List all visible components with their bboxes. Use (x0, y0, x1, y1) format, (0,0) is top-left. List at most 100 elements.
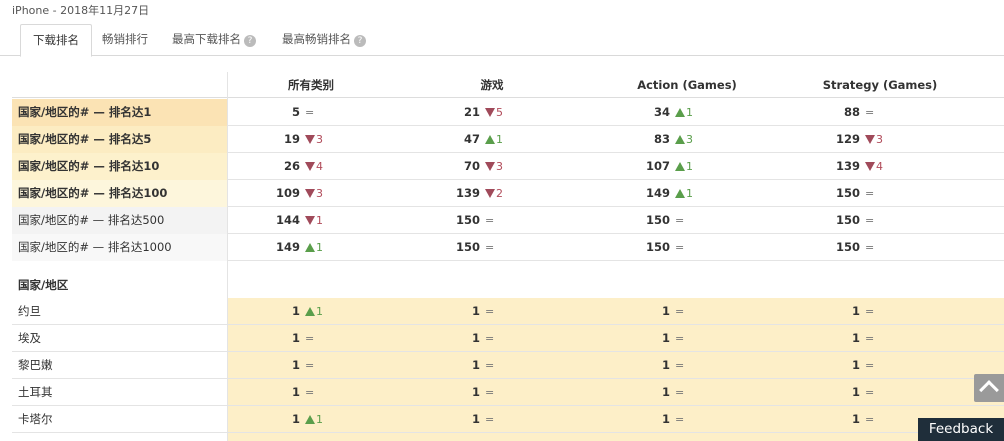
rank-cell: 21 5 (440, 99, 503, 126)
row-label: 国家/地区的# — 排名达1 (12, 99, 227, 126)
question-circle-icon[interactable]: ? (354, 35, 366, 47)
rank-unchanged-icon: = (485, 359, 495, 372)
table-row: 国家/地区的# — 排名达5 19 3 47 1 83 3 129 3 (12, 126, 1004, 153)
section-label: 国家/地区 (18, 278, 69, 292)
row-label: 国家/地区的# — 排名达100 (12, 180, 227, 207)
rank-value: 107 (645, 159, 670, 173)
column-header[interactable]: 所有类别 (221, 72, 401, 98)
rank-cell: 149 1 (630, 180, 693, 207)
rank-value: 1 (291, 358, 300, 372)
table-row: 国家/地区的# — 排名达1 5 = 21 5 34 1 88 = (12, 99, 1004, 126)
rank-cell: 1 = (820, 379, 874, 406)
rank-cell: 1 = (630, 325, 684, 352)
column-header[interactable]: 游戏 (402, 72, 582, 98)
country-label[interactable]: 约旦 (12, 298, 227, 325)
question-circle-icon[interactable]: ? (244, 35, 256, 47)
rank-down-icon: 4 (305, 153, 323, 180)
country-label[interactable]: 埃及 (12, 325, 227, 352)
rank-cell: 144 1 (260, 207, 323, 234)
tab-3[interactable]: 最高下载排名? (160, 24, 268, 56)
rank-value: 26 (283, 159, 300, 173)
row-label: 国家/地区的# — 排名达5 (12, 126, 227, 153)
rank-delta: 3 (686, 133, 693, 146)
rank-cell: 1 = (630, 406, 684, 433)
table-row[interactable]: 卡塔尔 1 1 1 = 1 = 1 = (12, 406, 1004, 433)
rank-value: 129 (835, 132, 860, 146)
rank-delta: 3 (316, 187, 323, 200)
tab-label: 下载排名 (33, 33, 79, 47)
rank-value: 1 (291, 385, 300, 399)
country-label[interactable]: 土耳其 (12, 379, 227, 406)
table-row: 国家/地区的# — 排名达100 109 3 139 2 149 1 150 = (12, 180, 1004, 207)
rank-unchanged-icon: = (865, 332, 875, 345)
rank-cell: 150 = (630, 234, 684, 261)
rank-unchanged-icon: = (485, 241, 495, 254)
rank-cell: 47 1 (440, 126, 503, 153)
rank-delta: 1 (316, 305, 323, 318)
rank-cell: 1 = (630, 352, 684, 379)
column-header[interactable]: Strategy (Games) (790, 72, 970, 98)
rank-unchanged-icon: = (865, 106, 875, 119)
feedback-button[interactable]: Feedback (918, 418, 1004, 441)
table-row[interactable]: 土耳其 1 = 1 = 1 = 1 = (12, 379, 1004, 406)
rank-cell: 88 = (820, 99, 874, 126)
chevron-up-icon (979, 380, 999, 400)
country-label[interactable]: 黎巴嫩 (12, 352, 227, 379)
rank-up-icon: 1 (675, 99, 693, 126)
rank-cell: 107 1 (630, 153, 693, 180)
rank-value: 5 (291, 105, 300, 119)
rank-cell: 129 3 (820, 126, 883, 153)
table-row[interactable]: 埃及 1 = 1 = 1 = 1 = (12, 325, 1004, 352)
rank-cell: 1 = (440, 298, 494, 325)
rank-down-icon: 5 (485, 99, 503, 126)
rank-cell: 1 = (260, 352, 314, 379)
tab-1[interactable]: 下载排名 (20, 24, 92, 57)
rank-value: 1 (661, 331, 670, 345)
rank-unchanged-icon: = (305, 359, 315, 372)
rank-down-icon: 3 (485, 153, 503, 180)
rank-unchanged-icon: = (865, 386, 875, 399)
tab-2[interactable]: 畅销排行 (90, 24, 160, 56)
rank-up-icon: 3 (675, 126, 693, 153)
row-label: 国家/地区的# — 排名达500 (12, 207, 227, 234)
rank-value: 150 (835, 240, 860, 254)
rank-unchanged-icon: = (865, 413, 875, 426)
rank-unchanged-icon: = (675, 413, 685, 426)
rank-cell: 150 = (820, 234, 874, 261)
rank-unchanged-icon: = (305, 106, 315, 119)
rank-cell: 150 = (820, 207, 874, 234)
rank-delta: 1 (316, 214, 323, 227)
tab-label: 最高下载排名 (172, 32, 241, 46)
rank-delta: 3 (876, 133, 883, 146)
table-row[interactable]: 约旦 1 1 1 = 1 = 1 = (12, 298, 1004, 325)
rank-value: 1 (661, 304, 670, 318)
row-label: 国家/地区的# — 排名达1000 (12, 234, 227, 261)
rank-value: 1 (851, 385, 860, 399)
rank-delta: 1 (686, 106, 693, 119)
rank-value: 1 (661, 412, 670, 426)
rank-cell: 1 = (820, 325, 874, 352)
rank-value: 1 (851, 304, 860, 318)
rank-cell: 1 = (440, 325, 494, 352)
table-row: 国家/地区的# — 排名达10 26 4 70 3 107 1 139 4 (12, 153, 1004, 180)
rank-value: 150 (645, 240, 670, 254)
tab-4[interactable]: 最高畅销排名? (270, 24, 378, 56)
rank-value: 1 (661, 385, 670, 399)
column-header[interactable]: Action (Games) (597, 72, 777, 98)
table-row[interactable]: 黎巴嫩 1 = 1 = 1 = 1 = (12, 352, 1004, 379)
rank-cell: 1 = (260, 325, 314, 352)
rank-value: 1 (661, 358, 670, 372)
rank-cell: 1 = (440, 352, 494, 379)
rank-value: 1 (851, 358, 860, 372)
rank-delta: 4 (316, 160, 323, 173)
rank-cell: 19 3 (260, 126, 323, 153)
rank-unchanged-icon: = (485, 214, 495, 227)
rank-value: 1 (471, 304, 480, 318)
country-label[interactable]: 卡塔尔 (12, 406, 227, 433)
rank-value: 144 (275, 213, 300, 227)
rank-down-icon: 3 (305, 180, 323, 207)
scroll-to-top-button[interactable] (974, 374, 1004, 402)
rank-unchanged-icon: = (675, 305, 685, 318)
rank-value: 1 (851, 331, 860, 345)
rank-cell: 1 = (260, 379, 314, 406)
